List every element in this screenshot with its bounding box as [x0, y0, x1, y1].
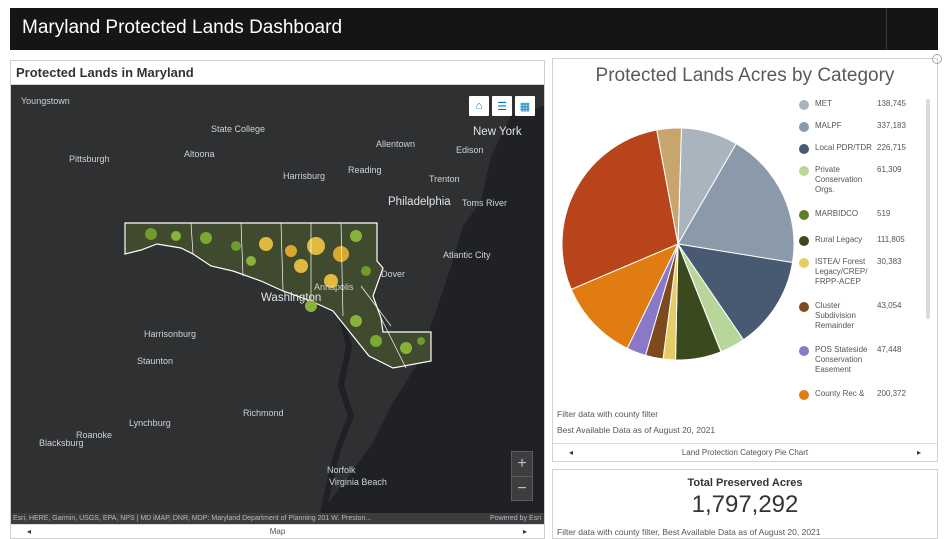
page-title: Maryland Protected Lands Dashboard: [22, 17, 343, 38]
map-title: Protected Lands in Maryland: [16, 65, 194, 80]
legend-swatch: [799, 346, 809, 356]
info-icon[interactable]: [932, 54, 942, 64]
city-label: Altoona: [184, 149, 215, 159]
basemap-icon[interactable]: ▦: [515, 96, 535, 116]
legend-value: 337,183: [877, 121, 906, 130]
legend-scrollbar[interactable]: [926, 99, 930, 319]
map-footer: Map ◂ ▸: [11, 524, 544, 538]
next-arrow-icon[interactable]: ▸: [917, 444, 921, 462]
legend-label: POS Stateside Conservation Easement: [815, 345, 868, 374]
legend-label: Private Conservation Orgs.: [815, 165, 863, 194]
chart-footer: Land Protection Category Pie Chart ◂ ▸: [553, 443, 937, 461]
powered-by-esri[interactable]: Powered by Esri: [490, 513, 541, 524]
legend-value: 43,054: [877, 301, 902, 310]
legend-value: 226,715: [877, 143, 906, 152]
zoom-control: + −: [511, 451, 533, 501]
city-label: Trenton: [429, 174, 460, 184]
legend-icon[interactable]: ☰: [492, 96, 512, 116]
city-label: Atlantic City: [443, 250, 491, 260]
legend-item[interactable]: MET 138,745: [799, 99, 906, 110]
legend-value: 200,372: [877, 389, 906, 398]
legend-item[interactable]: Private Conservation Orgs. 61,309: [799, 165, 901, 195]
legend-value: 47,448: [877, 345, 902, 354]
city-label: Edison: [456, 145, 484, 155]
legend-swatch: [799, 236, 809, 246]
home-icon[interactable]: ⌂: [469, 96, 489, 116]
legend-item[interactable]: POS Stateside Conservation Easement 47,44…: [799, 345, 901, 375]
total-label: Total Preserved Acres: [687, 477, 803, 489]
legend-value: 30,383: [877, 257, 902, 266]
map-toolbar: ⌂ ☰ ▦: [469, 96, 535, 116]
city-label: Philadelphia: [388, 196, 451, 208]
total-panel: Total Preserved Acres 1,797,292 Filter d…: [552, 469, 938, 539]
city-label: Blacksburg: [39, 438, 84, 448]
city-label: Youngstown: [21, 96, 70, 106]
legend-item[interactable]: MARBIDCO 519: [799, 209, 890, 220]
chart-title: Protected Lands Acres by Category: [595, 65, 895, 86]
total-note: Filter data with county filter, Best Ava…: [557, 527, 821, 537]
legend-swatch: [799, 390, 809, 400]
legend-label: Local PDR/TDR: [815, 143, 872, 152]
pie-chart: [561, 127, 795, 361]
legend-swatch: [799, 166, 809, 176]
map-panel: Protected Lands in Maryland Youngstown S…: [10, 60, 545, 539]
city-label: Harrisburg: [283, 171, 326, 181]
legend-item[interactable]: Rural Legacy 111,805: [799, 235, 905, 246]
legend-label: MET: [815, 99, 832, 108]
legend-label: County Rec &: [815, 389, 865, 398]
total-value: 1,797,292: [691, 491, 799, 518]
city-label: Toms River: [462, 198, 508, 208]
map-footer-label: Map: [269, 527, 286, 536]
legend-swatch: [799, 302, 809, 312]
city-label: Allentown: [376, 139, 416, 149]
legend-item[interactable]: Local PDR/TDR 226,715: [799, 143, 906, 154]
filter-note: Filter data with county filter: [557, 409, 659, 419]
legend-value: 519: [877, 209, 891, 218]
next-arrow-icon[interactable]: ▸: [523, 525, 527, 539]
legend-item[interactable]: ISTEA/ Forest Legacy/CREP/ FRPP-ACEP 30,3…: [799, 257, 901, 287]
city-label: Washington: [261, 292, 322, 304]
legend-value: 111,805: [877, 235, 905, 244]
city-label: Annapolis: [314, 282, 354, 292]
zoom-out-button[interactable]: −: [512, 477, 532, 501]
legend-label: ISTEA/ Forest Legacy/CREP/ FRPP-ACEP: [815, 257, 868, 286]
data-date-note: Best Available Data as of August 20, 202…: [557, 425, 716, 435]
legend-swatch: [799, 210, 809, 220]
header-divider: [886, 8, 887, 50]
legend-value: 138,745: [877, 99, 906, 108]
prev-arrow-icon[interactable]: ◂: [569, 444, 573, 462]
legend-label: Cluster Subdivision Remainder: [815, 301, 856, 330]
legend-swatch: [799, 122, 809, 132]
attribution-text: Esri, HERE, Garmin, USGS, EPA, NPS | MD …: [13, 515, 372, 522]
legend-item[interactable]: MALPF 337,183: [799, 121, 906, 132]
city-label: Reading: [348, 165, 382, 175]
map-attribution: Esri, HERE, Garmin, USGS, EPA, NPS | MD …: [11, 513, 544, 524]
city-label: Harrisonburg: [144, 329, 197, 339]
app-header: Maryland Protected Lands Dashboard: [10, 8, 938, 50]
legend-swatch: [799, 100, 809, 110]
pie-chart-panel: Protected Lands Acres by Category MET 138…: [552, 58, 938, 462]
city-label: Virginia Beach: [329, 477, 387, 487]
legend-label: MALPF: [815, 121, 842, 130]
legend-item[interactable]: County Rec & 200,372: [799, 389, 906, 400]
city-label: Dover: [381, 269, 406, 279]
city-label: Richmond: [243, 408, 284, 418]
legend-item[interactable]: Cluster Subdivision Remainder 43,054: [799, 301, 901, 331]
legend-label: Rural Legacy: [815, 235, 863, 244]
city-label: New York: [473, 126, 522, 138]
city-label: Lynchburg: [129, 418, 171, 428]
prev-arrow-icon[interactable]: ◂: [27, 525, 31, 539]
legend-swatch: [799, 144, 809, 154]
legend-swatch: [799, 258, 809, 268]
city-label: State College: [211, 124, 266, 134]
city-label: Pittsburgh: [69, 154, 110, 164]
legend-label: MARBIDCO: [815, 209, 859, 218]
city-label: Norfolk: [327, 465, 356, 475]
zoom-in-button[interactable]: +: [512, 452, 532, 476]
legend-value: 61,309: [877, 165, 902, 174]
city-label: Staunton: [137, 356, 174, 366]
chart-footer-label: Land Protection Category Pie Chart: [681, 448, 809, 457]
map-view[interactable]: Youngstown State College New York Pittsb…: [11, 86, 544, 513]
map-title-bar: Protected Lands in Maryland: [11, 61, 544, 85]
